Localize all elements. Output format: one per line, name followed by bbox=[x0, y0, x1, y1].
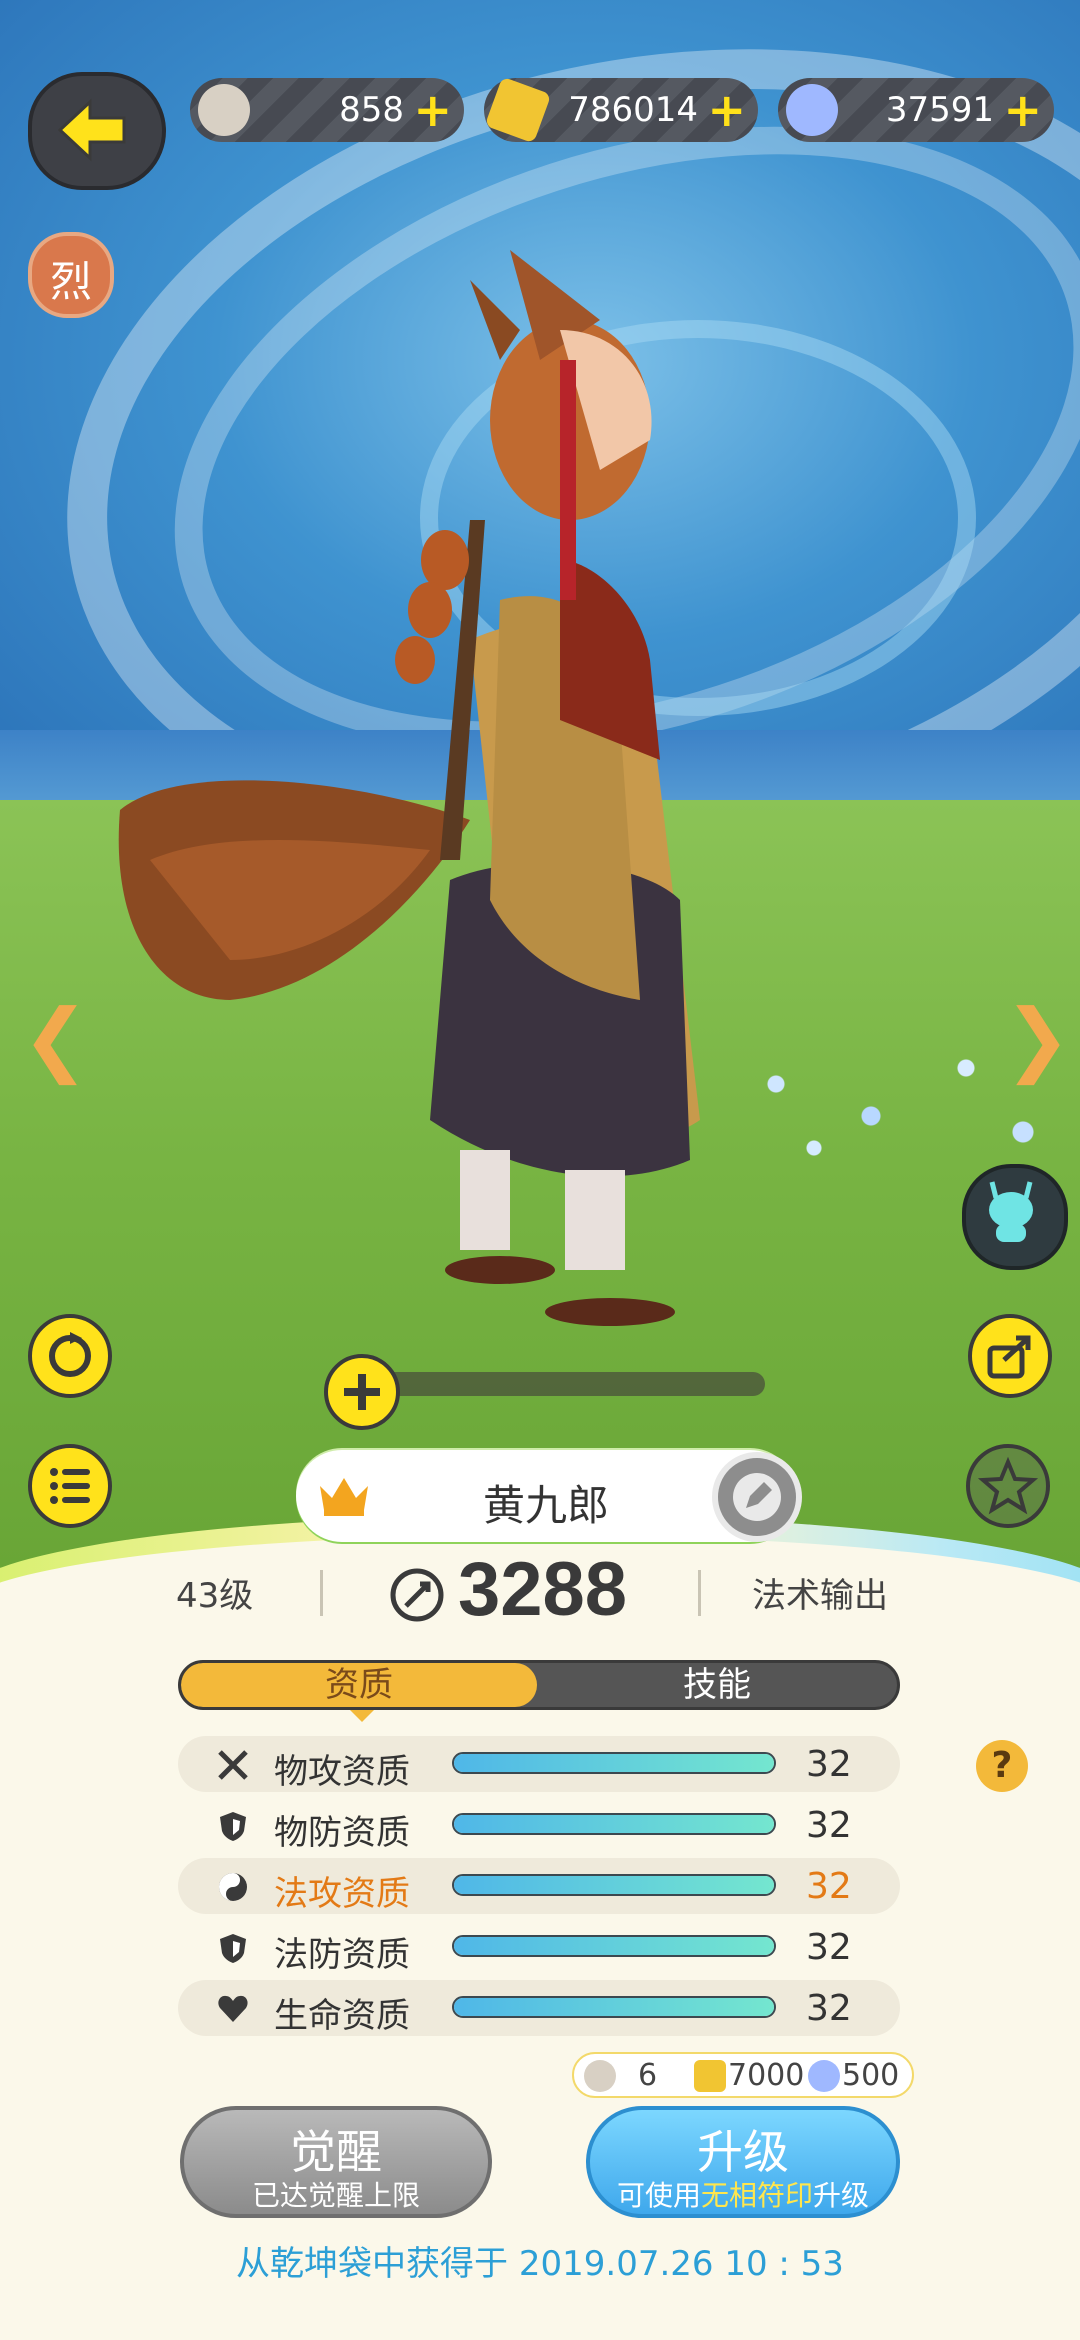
upgrade-sub-pre: 可使用 bbox=[616, 2179, 701, 2212]
resource-bar-owl-coin: 858 + bbox=[190, 78, 464, 142]
plus-icon bbox=[344, 1374, 380, 1410]
aptitude-value: 32 bbox=[806, 1988, 852, 2029]
combat-power-value: 3288 bbox=[458, 1547, 628, 1632]
back-arrow-icon bbox=[57, 98, 126, 162]
taiji-icon bbox=[219, 1873, 247, 1901]
aptitude-label: 法防资质 bbox=[274, 1935, 410, 1975]
add-owl-coin-button[interactable]: + bbox=[413, 84, 452, 136]
aptitude-value: 32 bbox=[806, 1805, 852, 1846]
divider bbox=[698, 1570, 701, 1616]
resource-bar-gold-crystal: 786014 + bbox=[484, 76, 758, 144]
aptitude-bar-fill bbox=[454, 1998, 774, 2016]
next-pet-arrow[interactable]: ❯ bbox=[1004, 992, 1071, 1085]
element-badge[interactable]: 烈 bbox=[28, 232, 114, 318]
aptitude-bar-fill bbox=[454, 1937, 774, 1955]
detail-tabs: 资质 技能 bbox=[178, 1660, 900, 1710]
aptitude-row: 物攻资质 32 bbox=[178, 1736, 900, 1792]
heart-icon bbox=[218, 1995, 248, 2022]
add-gold-crystal-button[interactable]: + bbox=[707, 84, 746, 136]
aptitude-row: 法攻资质 32 bbox=[178, 1858, 900, 1914]
resource-value: 858 bbox=[339, 90, 404, 130]
aptitude-label: 生命资质 bbox=[274, 1996, 410, 2036]
pet-detail-screen: 858 + 786014 + 37591 + 烈 ❮ ❯ 黄九郎 43级 328… bbox=[0, 0, 1080, 2340]
companion-button[interactable] bbox=[962, 1164, 1068, 1270]
zoom-in-button[interactable] bbox=[324, 1354, 400, 1430]
aptitude-bar bbox=[452, 1813, 776, 1835]
aptitude-bar-fill bbox=[454, 1754, 774, 1772]
tab-skills[interactable]: 技能 bbox=[537, 1663, 897, 1707]
aptitude-bar bbox=[452, 1996, 776, 2018]
rotate-icon bbox=[49, 1332, 91, 1377]
aptitude-row: 生命资质 32 bbox=[178, 1980, 900, 2036]
owl-coin-icon bbox=[584, 2060, 616, 2092]
pet-level: 43级 bbox=[176, 1576, 254, 1616]
cost-diamond: 500 bbox=[842, 2058, 900, 2093]
awaken-subtitle: 已达觉醒上限 bbox=[251, 2179, 420, 2212]
aptitude-label: 物攻资质 bbox=[274, 1752, 410, 1792]
aptitude-label: 物防资质 bbox=[274, 1813, 410, 1853]
rotate-button[interactable] bbox=[28, 1314, 112, 1398]
aptitude-label: 法攻资质 bbox=[274, 1874, 410, 1914]
menu-list-button[interactable] bbox=[28, 1444, 112, 1528]
upgrade-sub-item: 无相符印 bbox=[700, 2179, 813, 2212]
upgrade-button[interactable]: 升级 可使用无相符印升级 bbox=[586, 2106, 900, 2218]
divider bbox=[320, 1570, 323, 1616]
zoom-slider-track[interactable] bbox=[380, 1372, 765, 1396]
back-button[interactable] bbox=[28, 72, 166, 190]
diamond-icon bbox=[786, 84, 838, 136]
tab-pointer bbox=[350, 1710, 374, 1722]
add-diamond-button[interactable]: + bbox=[1003, 84, 1042, 136]
shield-icon bbox=[220, 1934, 246, 1963]
owl-coin-icon bbox=[198, 84, 250, 136]
upgrade-subtitle: 可使用无相符印升级 bbox=[590, 2174, 896, 2214]
diamond-icon bbox=[808, 2060, 840, 2092]
tab-aptitude[interactable]: 资质 bbox=[181, 1663, 537, 1707]
share-button[interactable] bbox=[968, 1314, 1052, 1398]
gold-crystal-icon bbox=[694, 2060, 726, 2092]
rename-button[interactable] bbox=[712, 1452, 802, 1542]
aptitude-row: 法防资质 32 bbox=[178, 1919, 900, 1975]
share-icon bbox=[987, 1335, 1031, 1379]
shield-icon bbox=[220, 1812, 246, 1841]
pet-role: 法术输出 bbox=[752, 1576, 888, 1616]
star-icon bbox=[977, 1456, 1039, 1515]
aptitude-bar bbox=[452, 1752, 776, 1774]
resource-value: 37591 bbox=[885, 90, 994, 130]
aptitude-bar-fill bbox=[454, 1876, 774, 1894]
upgrade-cost-bar: 6 7000 500 bbox=[572, 2052, 914, 2098]
awaken-button[interactable]: 觉醒 已达觉醒上限 bbox=[180, 2106, 492, 2218]
upgrade-title: 升级 bbox=[697, 2125, 789, 2179]
cost-coin: 6 bbox=[638, 2058, 658, 2093]
help-button[interactable]: ? bbox=[976, 1740, 1028, 1792]
companion-icon bbox=[989, 1181, 1033, 1242]
gold-crystal-icon bbox=[484, 76, 552, 144]
crossed-swords-icon bbox=[218, 1750, 248, 1780]
cost-crystal: 7000 bbox=[728, 2058, 805, 2093]
favorite-button[interactable] bbox=[966, 1444, 1050, 1528]
aptitude-row: 物防资质 32 bbox=[178, 1797, 900, 1853]
pencil-icon bbox=[733, 1473, 781, 1521]
pet-summary-row: 43级 3288 法术输出 bbox=[0, 1547, 1080, 1656]
aptitude-value: 32 bbox=[806, 1744, 852, 1785]
upgrade-sub-post: 升级 bbox=[813, 2179, 870, 2212]
resource-bar-diamond: 37591 + bbox=[778, 78, 1054, 142]
awaken-title: 觉醒 bbox=[290, 2125, 382, 2179]
aptitude-bar bbox=[452, 1935, 776, 1957]
acquisition-info: 从乾坤袋中获得于 2019.07.26 10 : 53 bbox=[236, 2244, 844, 2284]
list-icon bbox=[50, 1468, 90, 1504]
combat-power-icon bbox=[390, 1568, 444, 1622]
element-badge-label: 烈 bbox=[49, 257, 92, 306]
aptitude-bar-fill bbox=[454, 1815, 774, 1833]
resource-value: 786014 bbox=[568, 90, 698, 130]
aptitude-bar bbox=[452, 1874, 776, 1896]
aptitude-value: 32 bbox=[806, 1927, 852, 1968]
aptitude-value: 32 bbox=[806, 1866, 852, 1907]
fox-character-model[interactable] bbox=[0, 0, 1080, 1400]
previous-pet-arrow[interactable]: ❮ bbox=[22, 992, 89, 1085]
